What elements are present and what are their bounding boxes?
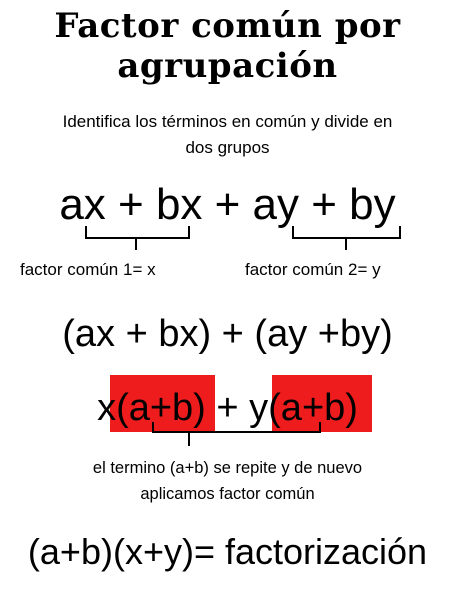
note-text: el termino (a+b) se repite y de nuevo ap… xyxy=(0,455,455,507)
result-expression: (a+b)(x+y)= factorización xyxy=(27,531,428,572)
common-term-2: (a+b) xyxy=(268,387,358,429)
plus-sign: + xyxy=(205,387,250,429)
factor-x: x xyxy=(97,387,117,429)
note-line-2: aplicamos factor común xyxy=(140,485,315,503)
factor-y: y xyxy=(249,387,269,429)
common-term-1: (a+b) xyxy=(116,387,206,429)
note-line-1: el termino (a+b) se repite y de nuevo xyxy=(92,459,363,477)
